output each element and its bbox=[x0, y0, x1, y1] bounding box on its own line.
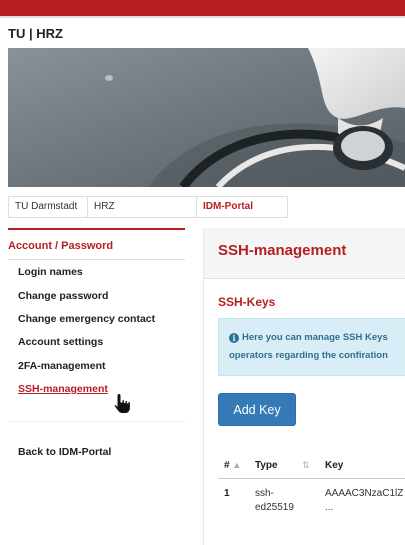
hero-photo bbox=[8, 48, 405, 187]
main-panel: SSH-management SSH-Keys i Here you can ma… bbox=[203, 228, 405, 545]
top-divider bbox=[0, 16, 405, 18]
sort-icon[interactable]: ⇅ bbox=[302, 460, 310, 471]
hero-image bbox=[8, 48, 405, 187]
row-1-key-line2: ... bbox=[325, 502, 334, 513]
sidebar-heading[interactable]: Account / Password bbox=[8, 240, 113, 252]
alert-text-line2: operators regarding the confiration bbox=[229, 350, 388, 361]
sort-asc-icon: ▲ bbox=[232, 460, 242, 470]
sidebar-item-account-settings[interactable]: Account settings bbox=[18, 336, 103, 348]
sidebar-divider-bottom bbox=[8, 421, 185, 422]
sidebar-item-ssh-management[interactable]: SSH-management bbox=[18, 383, 108, 395]
row-1-type-line2: ed25519 bbox=[255, 502, 294, 513]
breadcrumb-idm-portal[interactable]: IDM-Portal bbox=[196, 196, 288, 218]
sidebar-item-change-emergency-contact[interactable]: Change emergency contact bbox=[18, 313, 155, 325]
panel-header: SSH-management bbox=[204, 228, 405, 279]
col-header-num[interactable]: # ▲ bbox=[224, 460, 241, 471]
sidebar-item-login-names[interactable]: Login names bbox=[18, 266, 83, 278]
row-1-key-line1: AAAAC3NzaC1lZ bbox=[325, 488, 404, 499]
alert-text-line1: Here you can manage SSH Keys bbox=[242, 332, 388, 343]
breadcrumb-hrz[interactable]: HRZ bbox=[87, 196, 197, 218]
back-to-idm-portal-link[interactable]: Back to IDM-Portal bbox=[18, 446, 111, 458]
breadcrumb-tu-darmstadt[interactable]: TU Darmstadt bbox=[8, 196, 88, 218]
row-1-type-line1: ssh- bbox=[255, 488, 274, 499]
site-brand[interactable]: TU | HRZ bbox=[8, 26, 63, 41]
section-title: SSH-Keys bbox=[218, 295, 276, 309]
sidebar-accent-rule bbox=[8, 228, 185, 230]
row-1-num: 1 bbox=[224, 488, 230, 499]
breadcrumb: TU Darmstadt HRZ IDM-Portal bbox=[8, 196, 288, 218]
sidebar-item-2fa-management[interactable]: 2FA-management bbox=[18, 360, 106, 372]
page-title: SSH-management bbox=[218, 242, 347, 259]
sidebar-item-change-password[interactable]: Change password bbox=[18, 290, 108, 302]
col-header-type[interactable]: Type bbox=[255, 460, 278, 471]
table-header-divider bbox=[218, 478, 405, 479]
info-alert: i Here you can manage SSH Keys operators … bbox=[218, 318, 405, 376]
add-key-button[interactable]: Add Key bbox=[218, 393, 296, 426]
hand-pointer-cursor bbox=[113, 392, 131, 414]
info-icon: i bbox=[229, 333, 239, 343]
sidebar-divider bbox=[8, 259, 185, 260]
top-accent-bar bbox=[0, 0, 405, 16]
col-header-key[interactable]: Key bbox=[325, 460, 343, 471]
